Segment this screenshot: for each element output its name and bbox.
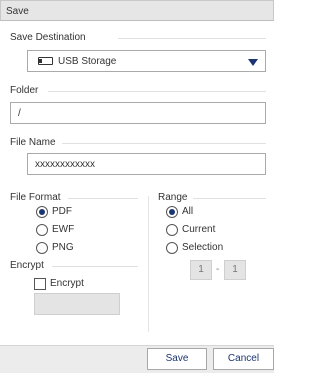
format-pdf-label: PDF [52,206,72,217]
save-destination-dropdown[interactable]: USB Storage [27,50,266,72]
usb-storage-icon [38,57,53,65]
section-divider [48,91,266,92]
section-divider [68,198,138,199]
save-destination-label: Save Destination [10,32,92,44]
file-name-input[interactable] [27,153,266,175]
column-divider [148,196,149,332]
format-ewf-label: EWF [52,224,75,235]
section-divider [60,143,266,144]
dropdown-arrow-icon [248,59,258,66]
range-label: Range [158,192,194,204]
range-all-radio[interactable] [166,206,178,218]
range-all-label: All [182,206,194,217]
range-selection-radio[interactable] [166,242,178,254]
dialog-title: Save [0,0,274,21]
cancel-button[interactable]: Cancel [213,348,274,370]
format-pdf-radio[interactable] [36,206,48,218]
range-to-input: 1 [224,260,246,280]
folder-label: Folder [10,85,45,97]
password-input-disabled [34,293,120,315]
section-divider [118,38,266,39]
file-format-label: File Format [10,192,67,204]
range-from-input: 1 [190,260,212,280]
save-button[interactable]: Save [147,348,207,370]
file-name-label: File Name [10,137,62,149]
format-ewf-radio[interactable] [36,224,48,236]
section-divider [52,266,138,267]
folder-input[interactable] [10,102,266,124]
encrypt-checkbox[interactable] [34,278,46,290]
range-current-label: Current [182,224,216,235]
encrypt-section-label: Encrypt [10,260,50,272]
save-destination-value: USB Storage [58,56,117,67]
range-current-radio[interactable] [166,224,178,236]
range-selection-label: Selection [182,242,224,253]
dialog-footer: Save Cancel [0,345,274,373]
section-divider [186,198,266,199]
range-separator: - [216,264,220,275]
format-png-radio[interactable] [36,242,48,254]
format-png-label: PNG [52,242,74,253]
encrypt-checkbox-label: Encrypt [50,278,84,289]
